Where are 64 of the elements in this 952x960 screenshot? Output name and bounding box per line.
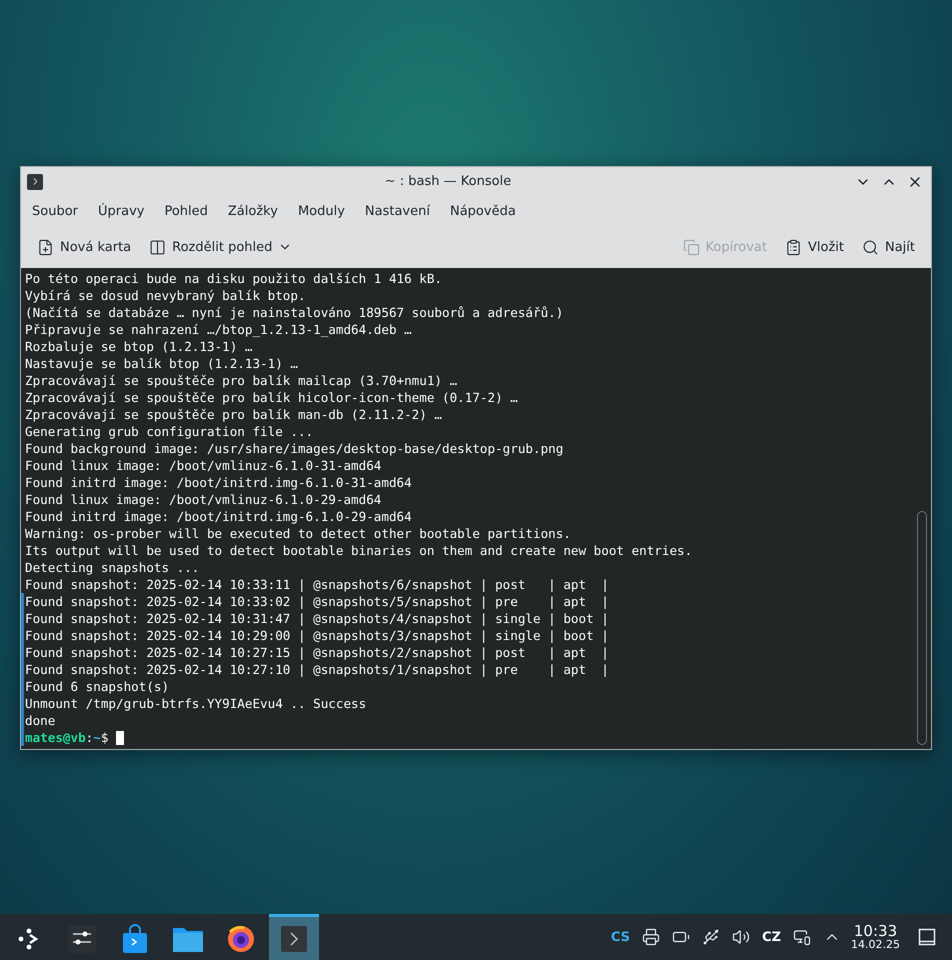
split-button[interactable]: Rozdělit pohled (143, 234, 298, 260)
terminal-area[interactable] (21, 268, 931, 749)
prompt-user: mates@vb (24, 730, 86, 745)
usb-icon[interactable] (702, 928, 720, 946)
terminal-line: Found snapshot: 2025-02-14 10:33:02 | @snapshots/5/snapshot | pre | apt | (24, 594, 609, 609)
new-tab-button[interactable]: Nová karta (31, 234, 138, 260)
prompt-symbol: $ (100, 730, 108, 745)
terminal-line: Rozbaluje se btop (1.2.13-1) … (24, 339, 252, 354)
prompt-path: ~ (93, 730, 101, 745)
terminal-line: Zpracovávají se spouštěče pro balík mailcap (3.70+nmu1) … (24, 373, 458, 388)
terminal-line: Found initrd image: /boot/initrd.img-6.1.0-29-amd64 (24, 509, 412, 524)
paste-button[interactable]: Vložit (778, 234, 850, 260)
terminal-line: Warning: os-prober will be executed to detect other bootable partitions. (24, 526, 571, 541)
keyboard-layout-indicator[interactable]: CZ (762, 930, 782, 944)
terminal-line: Found snapshot: 2025-02-14 10:29:00 | @snapshots/3/snapshot | single | boot | (24, 628, 609, 643)
terminal-line: Připravuje se nahrazení …/btop_1.2.13-1_amd64.deb … (24, 322, 412, 337)
menu-item[interactable]: Soubor (25, 200, 85, 222)
terminal-line: Found snapshot: 2025-02-14 10:31:47 | @snapshots/4/snapshot | single | boot | (24, 611, 609, 626)
split-view-icon (149, 238, 166, 256)
clock-date: 14.02.25 (851, 939, 900, 951)
terminal-line: Found linux image: /boot/vmlinuz-6.1.0-31-amd64 (24, 458, 382, 473)
terminal-line: Found 6 snapshot(s) (24, 679, 170, 694)
terminal-line: Its output will be used to detect bootable binaries on them and create new boot entries. (24, 543, 692, 558)
terminal-line: Detecting snapshots ... (24, 560, 200, 575)
terminal-icon (280, 924, 308, 952)
search-icon (862, 238, 879, 256)
text-cursor (116, 730, 124, 744)
keyboard-layout-indicator[interactable]: CS (610, 930, 630, 944)
menu-item[interactable]: Nastavení (358, 200, 437, 222)
prompt-separator: : (86, 730, 94, 745)
terminal-line: Unmount /tmp/grub-btrfs.YY9IAeEvu4 .. Success (24, 696, 366, 711)
window-title: ~ : bash — Konsole (384, 174, 512, 189)
show-desktop-button[interactable] (918, 928, 936, 946)
terminal-line: Found snapshot: 2025-02-14 10:27:15 | @snapshots/2/snapshot | post | apt | (24, 645, 609, 660)
desktop-icon (918, 928, 936, 946)
scrollbar-thumb[interactable] (917, 511, 927, 745)
terminal-line: Found snapshot: 2025-02-14 10:33:11 | @snapshots/6/snapshot | post | apt | (24, 577, 609, 592)
clock-time: 10:33 (854, 923, 898, 939)
shopping-bag-icon (121, 924, 149, 954)
menu-item[interactable]: Úpravy (91, 200, 152, 222)
menu-item[interactable]: Nápověda (442, 200, 523, 222)
terminal-line: Nastavuje se balík btop (1.2.13-1) … (24, 356, 298, 371)
terminal-line: Vybírá se dosud nevybraný balík btop. (24, 288, 306, 303)
menu-item[interactable]: Záložky (220, 200, 285, 222)
menu-item[interactable]: Moduly (290, 200, 352, 222)
new-tab-icon (37, 238, 54, 256)
terminal-line: Generating grub configuration file ... (24, 424, 314, 439)
terminal-line: Zpracovávají se spouštěče pro balík hicolor-icon-theme (0.17-2) … (24, 390, 518, 405)
copy-icon (682, 238, 700, 256)
terminal-line: Zpracovávají se spouštěče pro balík man-db (2.11.2-2) … (24, 407, 442, 422)
network-icon[interactable] (793, 928, 812, 946)
browser-icon (226, 924, 256, 954)
terminal-line: Po této operaci bude na disku použito dalších 1 416 kB. (24, 271, 442, 286)
sliders-icon (67, 924, 97, 954)
terminal-line: Found linux image: /boot/vmlinuz-6.1.0-29-amd64 (24, 492, 382, 507)
find-button[interactable]: Najít (856, 234, 921, 260)
terminal-line: Found background image: /usr/share/images/desktop-base/desktop-grub.png (24, 441, 564, 456)
clock[interactable]: 10:33 14.02.25 (851, 923, 900, 951)
terminal-line: Found initrd image: /boot/initrd.img-6.1.0-31-amd64 (24, 475, 412, 490)
terminal-line: Found snapshot: 2025-02-14 10:27:10 | @snapshots/1/snapshot | pre | apt | (24, 662, 609, 677)
menu-item[interactable]: Pohled (157, 200, 215, 222)
terminal-line: (Načítá se databáze … nyní je nainstalováno 189567 souborů a adresářů.) (24, 305, 564, 320)
volume-icon[interactable] (732, 928, 750, 946)
terminal-line: done (24, 713, 56, 728)
